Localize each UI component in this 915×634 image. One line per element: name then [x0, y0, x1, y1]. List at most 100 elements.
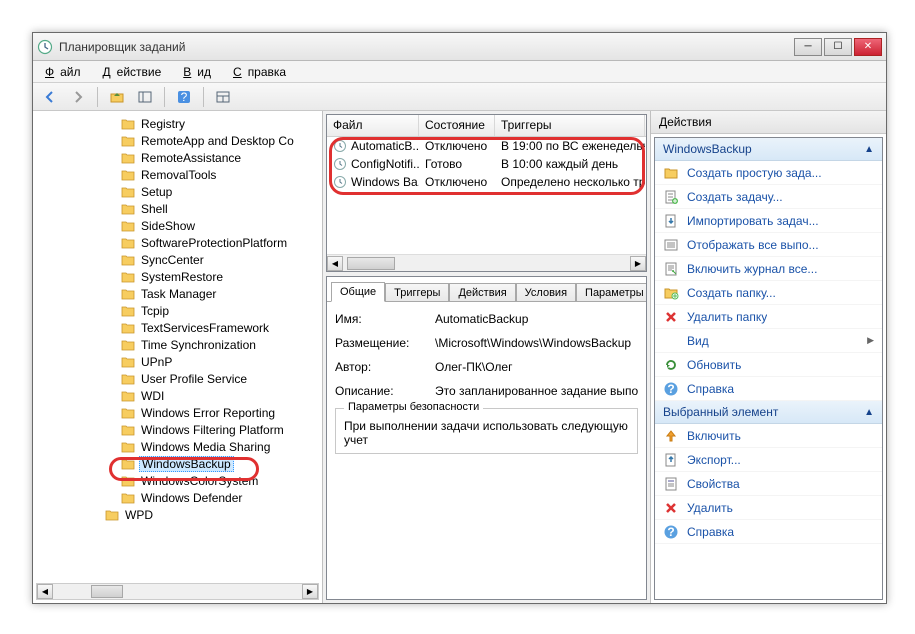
minimize-button[interactable]: ─ — [794, 38, 822, 56]
tree-item[interactable]: Task Manager — [37, 285, 318, 302]
folder-icon — [121, 186, 135, 198]
tab-3[interactable]: Условия — [516, 283, 576, 302]
folder-icon — [121, 475, 135, 487]
tree-item[interactable]: Windows Filtering Platform — [37, 421, 318, 438]
window-buttons: ─ ☐ ✕ — [794, 38, 882, 56]
panel-toggle-button[interactable] — [134, 86, 156, 108]
scroll-right-button[interactable]: ▶ — [630, 256, 646, 271]
tree-item[interactable]: Time Synchronization — [37, 336, 318, 353]
action-item[interactable]: Удалить папку — [655, 305, 882, 329]
folder-icon — [105, 509, 119, 521]
props-icon — [663, 476, 679, 492]
tree-item[interactable]: SystemRestore — [37, 268, 318, 285]
tree-item[interactable]: WDI — [37, 387, 318, 404]
column-header[interactable]: Триггеры — [495, 115, 645, 136]
tab-1[interactable]: Триггеры — [385, 283, 449, 302]
tree-item[interactable]: UPnP — [37, 353, 318, 370]
tree-item[interactable]: TextServicesFramework — [37, 319, 318, 336]
tree-item[interactable]: User Profile Service — [37, 370, 318, 387]
action-label: Включить — [687, 429, 741, 443]
tree-panel: RegistryRemoteApp and Desktop CoRemoteAs… — [33, 111, 323, 603]
column-header[interactable]: Файл — [327, 115, 419, 136]
action-item[interactable]: Создать простую зада... — [655, 161, 882, 185]
menu-file[interactable]: Файл — [39, 63, 93, 81]
menu-action[interactable]: Действие — [97, 63, 174, 81]
new-task-icon — [663, 189, 679, 205]
action-item[interactable]: Отображать все выпо... — [655, 233, 882, 257]
tree-view[interactable]: RegistryRemoteApp and Desktop CoRemoteAs… — [37, 115, 318, 577]
action-item[interactable]: Импортировать задач... — [655, 209, 882, 233]
collapse-icon[interactable]: ▲ — [864, 144, 874, 155]
scroll-left-button[interactable]: ◀ — [327, 256, 343, 271]
action-item[interactable]: Обновить — [655, 353, 882, 377]
up-folder-button[interactable] — [106, 86, 128, 108]
task-row[interactable]: ConfigNotifi...ГотовоВ 10:00 каждый день — [327, 155, 646, 173]
section-title: WindowsBackup — [663, 142, 752, 156]
tree-item[interactable]: SyncCenter — [37, 251, 318, 268]
folder-icon — [121, 203, 135, 215]
tree-item[interactable]: Windows Media Sharing — [37, 438, 318, 455]
task-list-scrollbar[interactable]: ◀ ▶ — [327, 254, 646, 271]
tree-item[interactable]: SideShow — [37, 217, 318, 234]
action-item[interactable]: Включить — [655, 424, 882, 448]
action-item[interactable]: ? Справка — [655, 377, 882, 401]
menu-help[interactable]: Справка — [227, 63, 298, 81]
actions-section-header[interactable]: WindowsBackup ▲ — [655, 138, 882, 161]
close-button[interactable]: ✕ — [854, 38, 882, 56]
nav-forward-button[interactable] — [67, 86, 89, 108]
action-item[interactable]: Экспорт... — [655, 448, 882, 472]
tree-item[interactable]: WindowsColorSystem — [37, 472, 318, 489]
delete-red-icon — [663, 309, 679, 325]
field-author-value: Олег-ПК\Олег — [435, 360, 638, 374]
folder-icon — [121, 271, 135, 283]
tree-item[interactable]: RemoteAssistance — [37, 149, 318, 166]
action-item[interactable]: Вид▶ — [655, 329, 882, 353]
tree-item[interactable]: Setup — [37, 183, 318, 200]
action-item[interactable]: ?Справка — [655, 520, 882, 544]
action-item[interactable]: Создать задачу... — [655, 185, 882, 209]
tree-item[interactable]: SoftwareProtectionPlatform — [37, 234, 318, 251]
maximize-button[interactable]: ☐ — [824, 38, 852, 56]
action-label: Справка — [687, 382, 734, 396]
folder-icon — [121, 169, 135, 181]
tree-scrollbar[interactable]: ◀ ▶ — [36, 583, 319, 600]
tree-item[interactable]: WPD — [37, 506, 318, 523]
import-icon — [663, 213, 679, 229]
collapse-icon[interactable]: ▲ — [864, 407, 874, 418]
tab-2[interactable]: Действия — [449, 283, 515, 302]
tree-item[interactable]: WindowsBackup — [37, 455, 318, 472]
column-header[interactable]: Состояние — [419, 115, 495, 136]
tab-4[interactable]: Параметры — [576, 283, 647, 302]
tree-item[interactable]: Registry — [37, 115, 318, 132]
help-icon: ? — [663, 381, 679, 397]
task-list-header[interactable]: ФайлСостояниеТриггеры — [327, 115, 646, 137]
tree-item[interactable]: RemoteApp and Desktop Co — [37, 132, 318, 149]
help-button[interactable]: ? — [173, 86, 195, 108]
tree-item[interactable]: Windows Error Reporting — [37, 404, 318, 421]
tree-item-label: SystemRestore — [139, 270, 225, 284]
tree-item[interactable]: Shell — [37, 200, 318, 217]
scroll-left-button[interactable]: ◀ — [37, 584, 53, 599]
action-item[interactable]: Удалить — [655, 496, 882, 520]
tree-item-label: WDI — [139, 389, 166, 403]
tab-0[interactable]: Общие — [331, 282, 385, 302]
layout-button[interactable] — [212, 86, 234, 108]
scroll-right-button[interactable]: ▶ — [302, 584, 318, 599]
tree-item[interactable]: Windows Defender — [37, 489, 318, 506]
action-item[interactable]: Создать папку... — [655, 281, 882, 305]
scroll-thumb[interactable] — [91, 585, 123, 598]
tree-item[interactable]: RemovalTools — [37, 166, 318, 183]
task-row[interactable]: Windows Ba...ОтключеноОпределено несколь… — [327, 173, 646, 191]
task-trigger-cell: Определено несколько триггер — [495, 175, 645, 189]
clock-icon — [333, 157, 347, 171]
menu-view[interactable]: Вид — [177, 63, 223, 81]
action-item[interactable]: Включить журнал все... — [655, 257, 882, 281]
titlebar[interactable]: Планировщик заданий ─ ☐ ✕ — [33, 33, 886, 61]
actions-section-header[interactable]: Выбранный элемент▲ — [655, 401, 882, 424]
task-row[interactable]: AutomaticB...ОтключеноВ 19:00 по ВС ежен… — [327, 137, 646, 155]
tree-item[interactable]: Tcpip — [37, 302, 318, 319]
task-list-rows[interactable]: AutomaticB...ОтключеноВ 19:00 по ВС ежен… — [327, 137, 646, 254]
action-item[interactable]: Свойства — [655, 472, 882, 496]
scroll-thumb[interactable] — [347, 257, 395, 270]
nav-back-button[interactable] — [39, 86, 61, 108]
